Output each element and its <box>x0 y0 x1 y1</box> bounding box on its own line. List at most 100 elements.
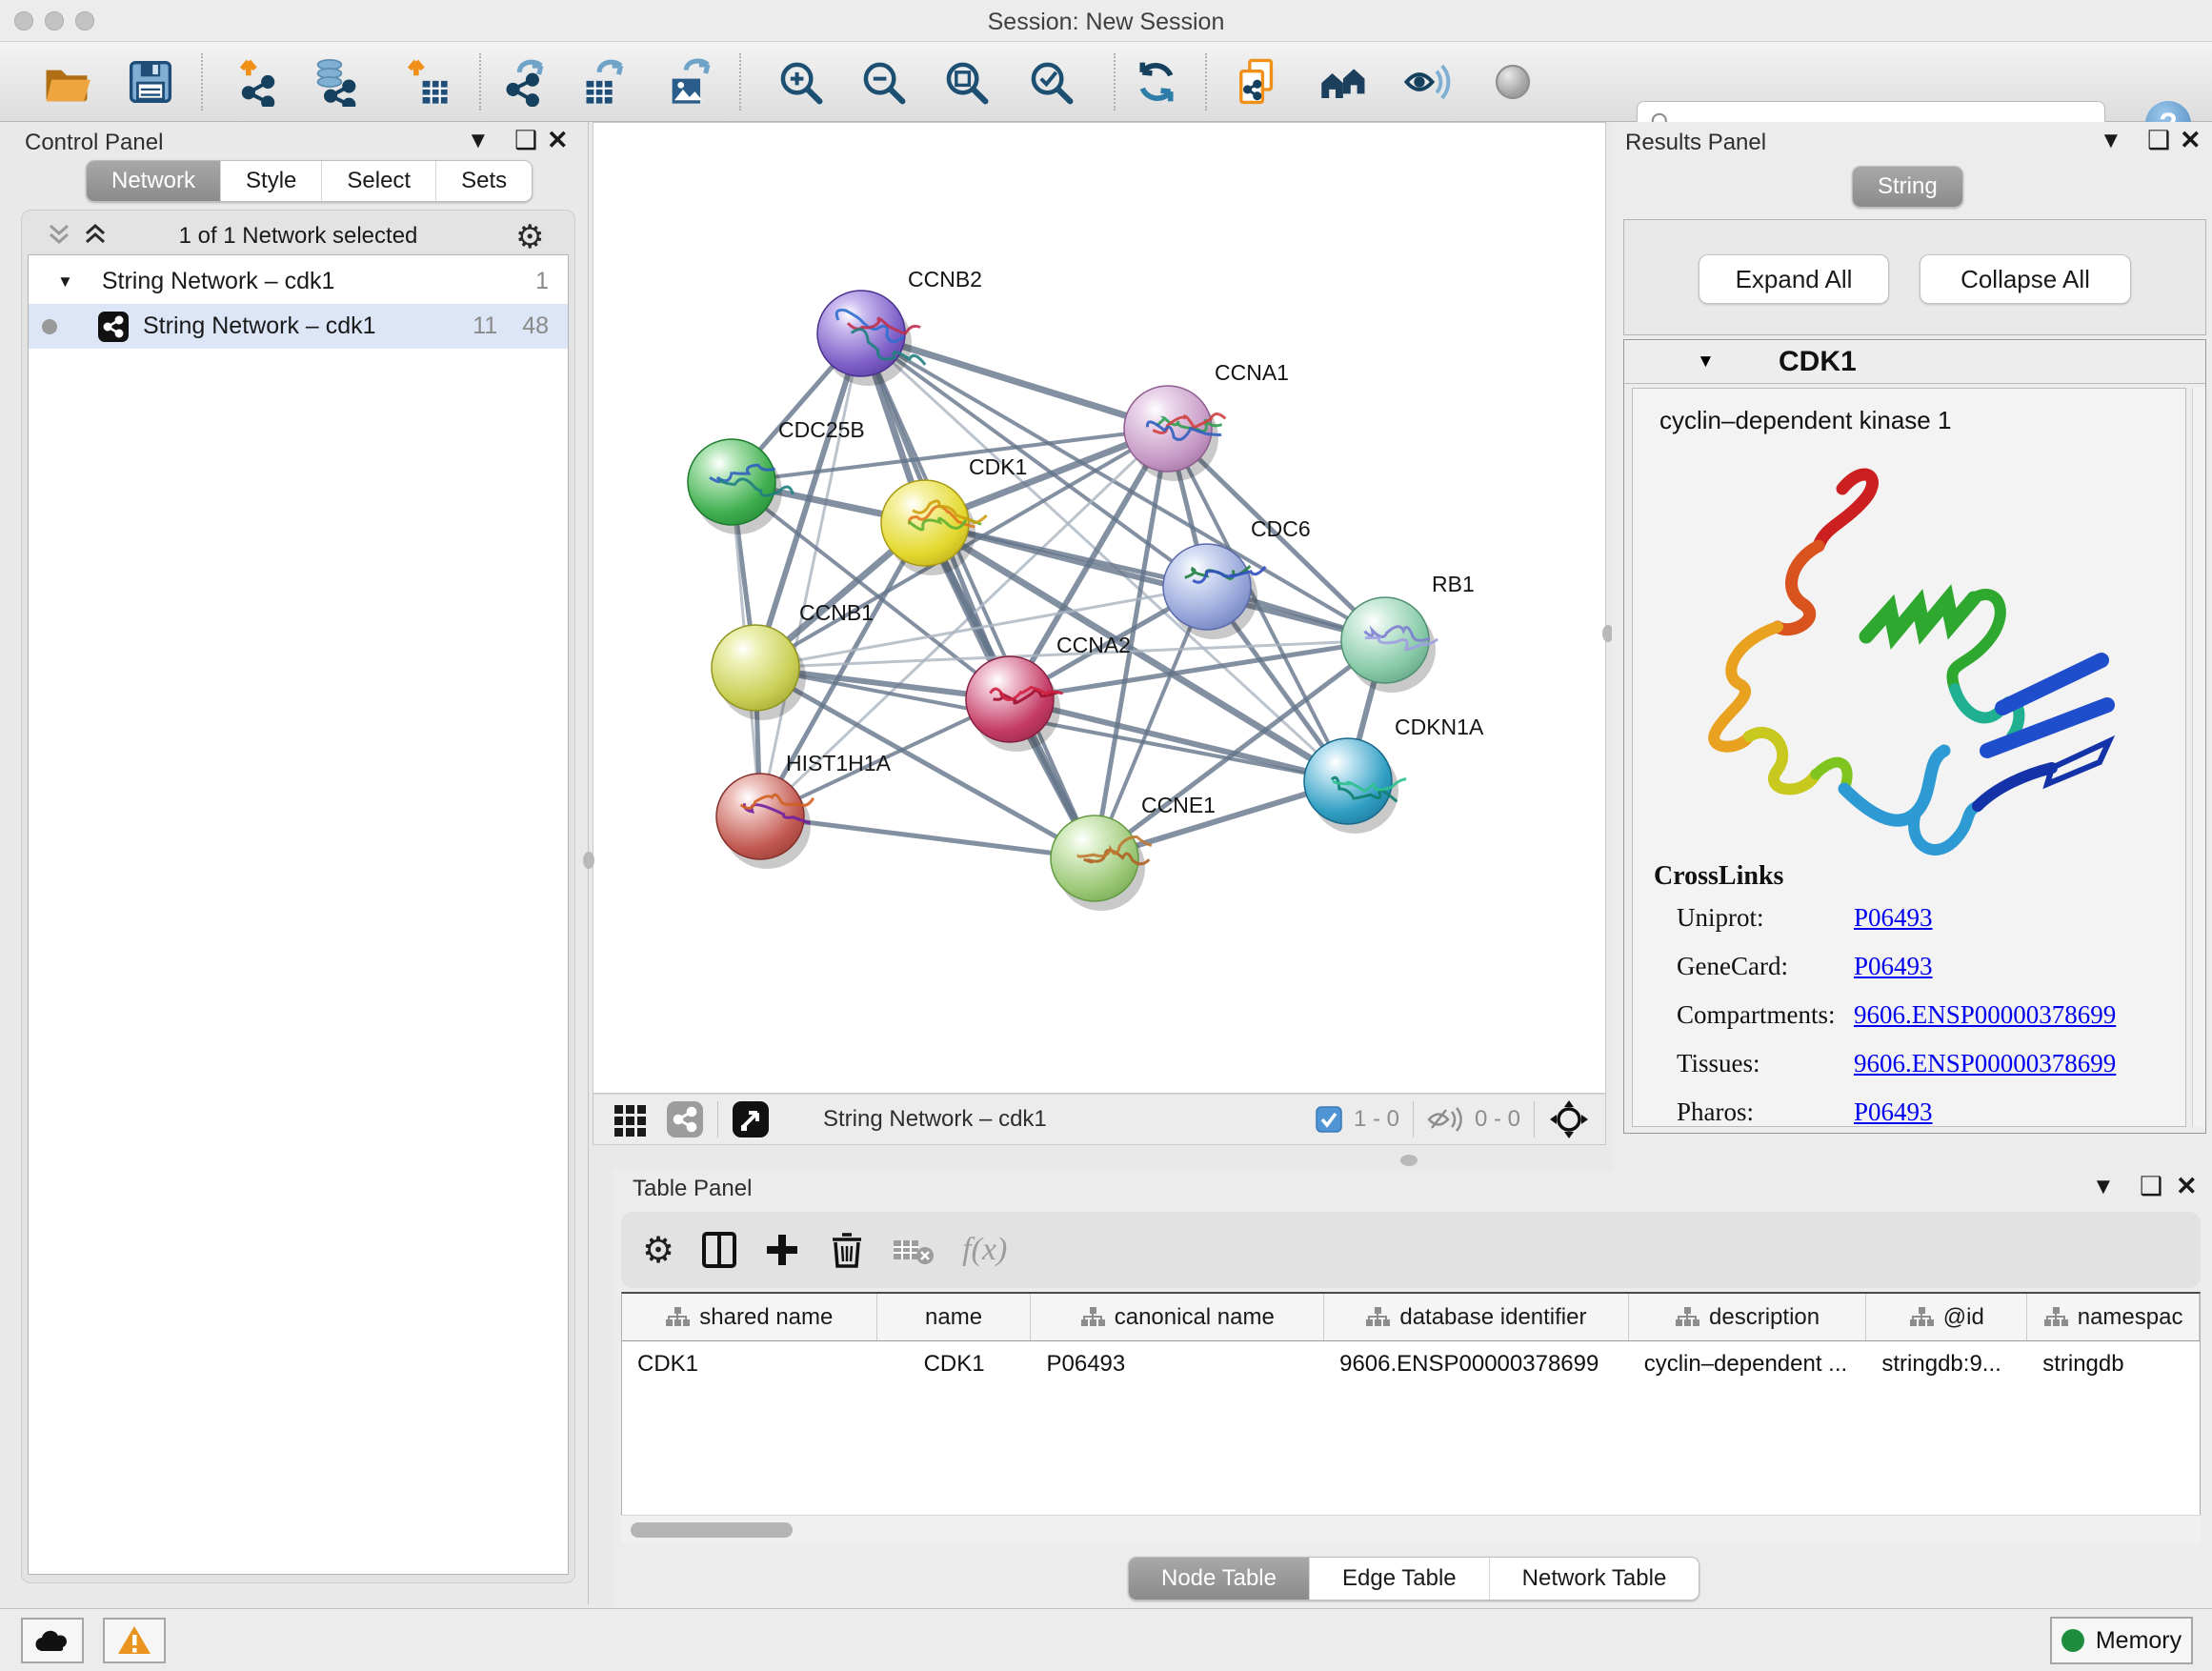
export-table-button[interactable] <box>580 55 633 109</box>
export-image-button[interactable] <box>665 55 718 109</box>
warning-status-button[interactable] <box>103 1618 166 1663</box>
crosslink-value-link[interactable]: 9606.ENSP00000378699 <box>1854 1049 2116 1078</box>
tree-expander-icon[interactable]: ▼ <box>57 272 73 292</box>
column-header-canonical-name[interactable]: canonical name <box>1031 1294 1324 1340</box>
network-edge[interactable] <box>861 333 1095 858</box>
tab-network[interactable]: Network <box>87 161 220 201</box>
add-column-plus-icon[interactable] <box>762 1230 802 1270</box>
control-panel-float-button[interactable]: ▼ <box>467 128 490 154</box>
zoom-in-button[interactable] <box>774 55 827 109</box>
zoom-selected-button[interactable] <box>1024 55 1077 109</box>
table-cell[interactable]: 9606.ENSP00000378699 <box>1324 1341 1629 1387</box>
tab-edge-table[interactable]: Edge Table <box>1309 1558 1489 1600</box>
network-tree-root-row[interactable]: ▼ String Network – cdk1 1 <box>29 259 568 304</box>
show-columns-icon[interactable] <box>699 1230 739 1270</box>
column-header--id[interactable]: @id <box>1866 1294 2027 1340</box>
grid-view-icon[interactable] <box>613 1101 649 1137</box>
network-node-cdc25b[interactable] <box>688 439 775 525</box>
network-home-button[interactable] <box>1317 55 1371 109</box>
network-tree-row[interactable]: String Network – cdk1 11 48 <box>29 304 568 349</box>
tab-node-table[interactable]: Node Table <box>1129 1558 1309 1600</box>
results-panel-maximize-button[interactable]: ❑ <box>2147 126 2170 155</box>
results-panel-float-button[interactable]: ▼ <box>2100 128 2122 154</box>
export-network-button[interactable] <box>498 55 552 109</box>
string-network-graph[interactable]: CCNB2CCNA1CDC25BCDK1CDC6RB1CCNB1CCNA2CDK… <box>593 123 1605 1093</box>
table-panel-close-button[interactable]: ✕ <box>2176 1172 2198 1201</box>
table-header-row: shared namenamecanonical namedatabase id… <box>622 1294 2200 1341</box>
table-cell[interactable]: CDK1 <box>877 1341 1032 1387</box>
clone-network-button[interactable] <box>1233 55 1286 109</box>
network-view-share-icon[interactable] <box>666 1100 704 1138</box>
save-floppy-icon <box>126 57 175 107</box>
network-node-ccnb2[interactable] <box>817 291 905 376</box>
column-header-label: @id <box>1943 1304 1984 1331</box>
network-list-options-gear-icon[interactable]: ⚙ <box>515 218 544 256</box>
crosslink-value-link[interactable]: 9606.ENSP00000378699 <box>1854 1000 2116 1030</box>
crosslink-value-link[interactable]: P06493 <box>1854 1097 1933 1127</box>
network-node-ccnb1[interactable] <box>712 625 799 711</box>
network-canvas[interactable]: CCNB2CCNA1CDC25BCDK1CDC6RB1CCNB1CCNA2CDK… <box>593 122 1606 1094</box>
column-header-name[interactable]: name <box>877 1294 1032 1340</box>
birds-eye-view-icon[interactable] <box>732 1100 770 1138</box>
collapse-all-button[interactable]: Collapse All <box>1920 254 2131 304</box>
column-header-shared-name[interactable]: shared name <box>622 1294 877 1340</box>
network-edge[interactable] <box>925 523 1385 640</box>
show-graphics-details-button[interactable] <box>1401 55 1455 109</box>
fit-content-button[interactable] <box>939 55 993 109</box>
table-panel-float-button[interactable]: ▼ <box>2092 1174 2115 1200</box>
save-session-button[interactable] <box>124 55 177 109</box>
column-header-description[interactable]: description <box>1629 1294 1867 1340</box>
results-scrollbar-track[interactable] <box>2192 388 2205 1127</box>
expand-all-button[interactable]: Expand All <box>1699 254 1889 304</box>
cloud-status-button[interactable] <box>21 1618 84 1663</box>
delete-table-icon[interactable] <box>892 1233 935 1267</box>
tab-select[interactable]: Select <box>321 161 435 201</box>
zoom-out-button[interactable] <box>856 55 910 109</box>
table-cell[interactable]: stringdb:9... <box>1866 1341 2027 1387</box>
selected-checkbox-icon[interactable] <box>1316 1106 1342 1133</box>
column-header-database-identifier[interactable]: database identifier <box>1324 1294 1629 1340</box>
column-type-tree-icon <box>665 1306 690 1329</box>
crosslink-label: GeneCard: <box>1677 952 1788 981</box>
network-node-ccne1[interactable] <box>1051 815 1138 901</box>
import-network-from-database-button[interactable] <box>312 55 365 109</box>
entry-header[interactable]: ▼ CDK1 <box>1624 340 2205 384</box>
network-collection-label: String Network – cdk1 <box>102 268 335 295</box>
control-panel-maximize-button[interactable]: ❑ <box>514 126 537 155</box>
network-node-cdc6[interactable] <box>1163 544 1251 630</box>
hidden-eye-icon[interactable] <box>1427 1103 1465 1136</box>
control-panel-close-button[interactable]: ✕ <box>547 126 569 155</box>
table-cell[interactable]: stringdb <box>2027 1341 2200 1387</box>
table-cell[interactable]: P06493 <box>1031 1341 1324 1387</box>
network-edge[interactable] <box>760 333 861 816</box>
left-splitter-handle[interactable] <box>583 852 594 869</box>
tab-network-table[interactable]: Network Table <box>1489 1558 1699 1600</box>
node-label-cdk1: CDK1 <box>969 454 1027 479</box>
tab-string[interactable]: String <box>1853 167 1962 207</box>
results-panel-close-button[interactable]: ✕ <box>2180 126 2202 155</box>
import-network-button[interactable] <box>231 55 285 109</box>
memory-button[interactable]: Memory <box>2050 1617 2193 1664</box>
table-panel-maximize-button[interactable]: ❑ <box>2140 1172 2162 1201</box>
table-row[interactable]: CDK1CDK1P064939606.ENSP00000378699cyclin… <box>622 1341 2200 1387</box>
crosslink-value-link[interactable]: P06493 <box>1854 903 1933 933</box>
import-table-button[interactable] <box>399 55 452 109</box>
column-header-namespac[interactable]: namespac <box>2027 1294 2200 1340</box>
function-builder-icon[interactable]: f(x) <box>962 1232 1007 1268</box>
tab-style[interactable]: Style <box>220 161 321 201</box>
bottom-splitter-handle[interactable] <box>1400 1155 1418 1166</box>
pan-crosshair-icon[interactable] <box>1548 1098 1590 1140</box>
crosslink-value-link[interactable]: P06493 <box>1854 952 1933 981</box>
zoom-in-icon <box>775 57 825 107</box>
table-cell[interactable]: cyclin–dependent ... <box>1629 1341 1867 1387</box>
apply-layout-button[interactable] <box>1130 55 1183 109</box>
table-options-gear-icon[interactable]: ⚙ <box>642 1229 674 1272</box>
level-of-detail-button[interactable] <box>1486 55 1539 109</box>
delete-column-trash-icon[interactable] <box>827 1230 867 1270</box>
table-cell[interactable]: CDK1 <box>622 1341 877 1387</box>
open-session-button[interactable] <box>40 55 93 109</box>
table-hscrollbar-thumb[interactable] <box>631 1522 793 1538</box>
entry-collapse-icon[interactable]: ▼ <box>1697 352 1715 372</box>
tab-sets[interactable]: Sets <box>435 161 532 201</box>
table-hscrollbar-track[interactable] <box>621 1515 2201 1543</box>
